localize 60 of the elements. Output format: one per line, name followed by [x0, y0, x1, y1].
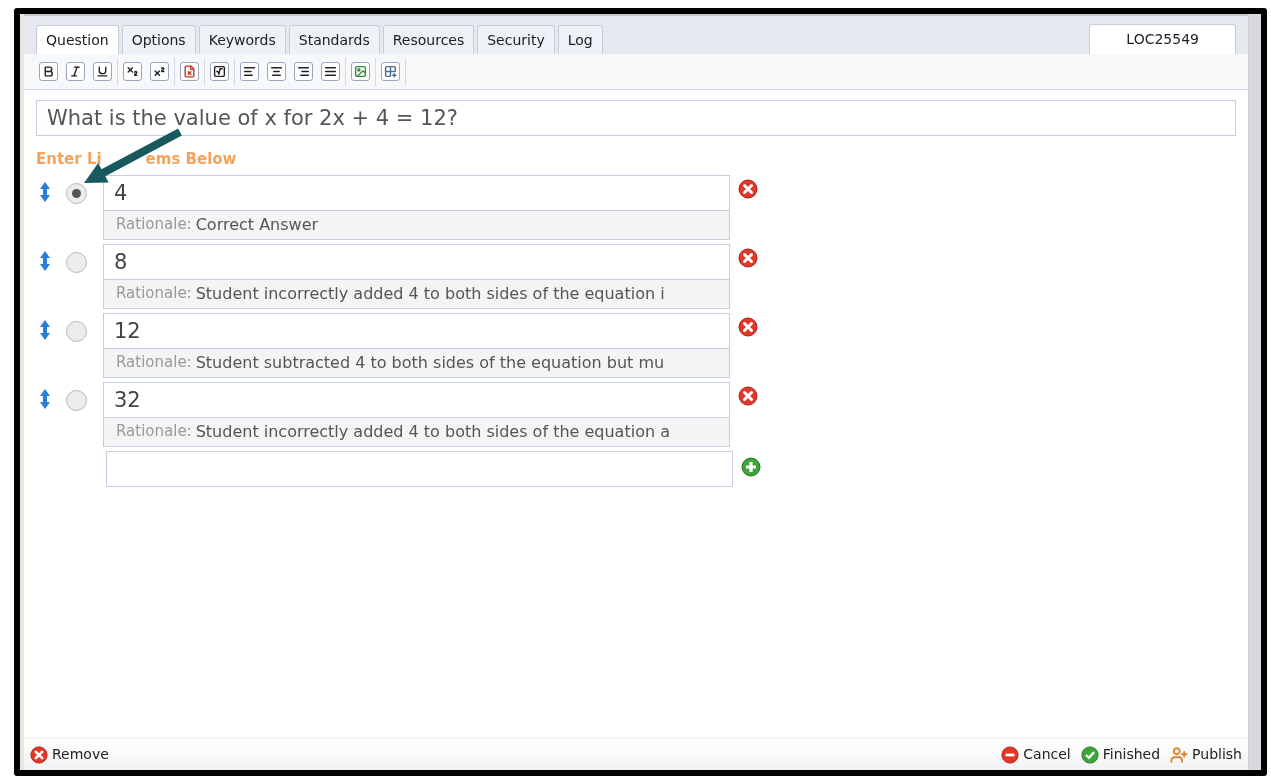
- rationale-label: Rationale:: [116, 352, 192, 374]
- align-left-icon[interactable]: [240, 62, 259, 81]
- list-label: ems Below: [145, 149, 237, 170]
- list-label: Enter Li: [36, 149, 102, 170]
- radio-button[interactable]: [66, 182, 87, 204]
- reorder-icon[interactable]: [39, 180, 51, 203]
- tab[interactable]: Keywords: [198, 25, 286, 54]
- insert-table-icon[interactable]: [381, 62, 400, 81]
- square-root-icon[interactable]: [210, 62, 229, 81]
- delete-icon[interactable]: [738, 316, 758, 337]
- tab[interactable]: Resources: [382, 25, 475, 54]
- rationale-label: Rationale:: [116, 421, 192, 443]
- publish-button[interactable]: Publish: [1170, 744, 1242, 765]
- rationale-text: Student incorrectly added 4 to both sides of the equation a: [195, 420, 670, 443]
- cancel-button[interactable]: Cancel: [1001, 744, 1071, 765]
- rationale-text: Correct Answer: [195, 213, 319, 236]
- superscript-icon[interactable]: [150, 62, 169, 81]
- answer-field[interactable]: 4: [103, 174, 730, 211]
- underline-icon[interactable]: [93, 62, 112, 81]
- answer-field[interactable]: 12: [103, 312, 730, 349]
- italic-icon[interactable]: [66, 62, 85, 81]
- rationale-field[interactable]: Rationale: Student incorrectly added 4 to both sides of the equation i: [103, 279, 730, 309]
- rationale-text: Student subtracted 4 to both sides of the equation but mu: [195, 351, 665, 374]
- tab[interactable]: Question: [36, 25, 119, 54]
- rationale-field[interactable]: Rationale: Correct Answer: [103, 210, 730, 240]
- rationale-text: Student incorrectly added 4 to both sides of the equation i: [195, 282, 665, 305]
- rationale-field[interactable]: Rationale: Student incorrectly added 4 to both sides of the equation a: [103, 417, 730, 447]
- answer-field[interactable]: 8: [103, 243, 730, 280]
- subscript-icon[interactable]: [123, 62, 142, 81]
- image-icon[interactable]: [351, 62, 370, 81]
- remove-icon[interactable]: [30, 745, 48, 764]
- align-right-icon[interactable]: [294, 62, 313, 81]
- rationale-label: Rationale:: [116, 283, 192, 305]
- radio-button[interactable]: [66, 389, 87, 411]
- delete-icon[interactable]: [738, 247, 758, 268]
- tab[interactable]: Standards: [288, 25, 380, 54]
- rationale-field[interactable]: Rationale: Student subtracted 4 to both sides of the equation but mu: [103, 348, 730, 378]
- rationale-label: Rationale:: [116, 214, 192, 236]
- justify-icon[interactable]: [321, 62, 340, 81]
- tab[interactable]: Security: [477, 25, 555, 54]
- new-option-field[interactable]: [106, 450, 733, 487]
- delete-icon[interactable]: [738, 385, 758, 406]
- finished-button[interactable]: Finished: [1080, 744, 1161, 765]
- reorder-icon[interactable]: [39, 249, 51, 272]
- question-field[interactable]: What is the value of x for 2x + 4 = 12?: [36, 100, 1236, 136]
- remove-button[interactable]: Remove: [30, 744, 109, 765]
- bold-icon[interactable]: [39, 62, 58, 81]
- radio-button[interactable]: [66, 320, 87, 342]
- add-icon[interactable]: [741, 456, 761, 477]
- radio-button[interactable]: [66, 251, 87, 273]
- align-center-icon[interactable]: [267, 62, 286, 81]
- reorder-icon[interactable]: [39, 318, 51, 341]
- reorder-icon[interactable]: [39, 387, 51, 410]
- tab[interactable]: Options: [121, 25, 196, 54]
- answer-field[interactable]: 32: [103, 381, 730, 418]
- delete-icon[interactable]: [738, 178, 758, 199]
- cancel-icon: [1001, 745, 1020, 764]
- tab[interactable]: Log: [557, 25, 603, 54]
- check-icon: [1080, 745, 1099, 764]
- clear-format-icon[interactable]: [180, 62, 199, 81]
